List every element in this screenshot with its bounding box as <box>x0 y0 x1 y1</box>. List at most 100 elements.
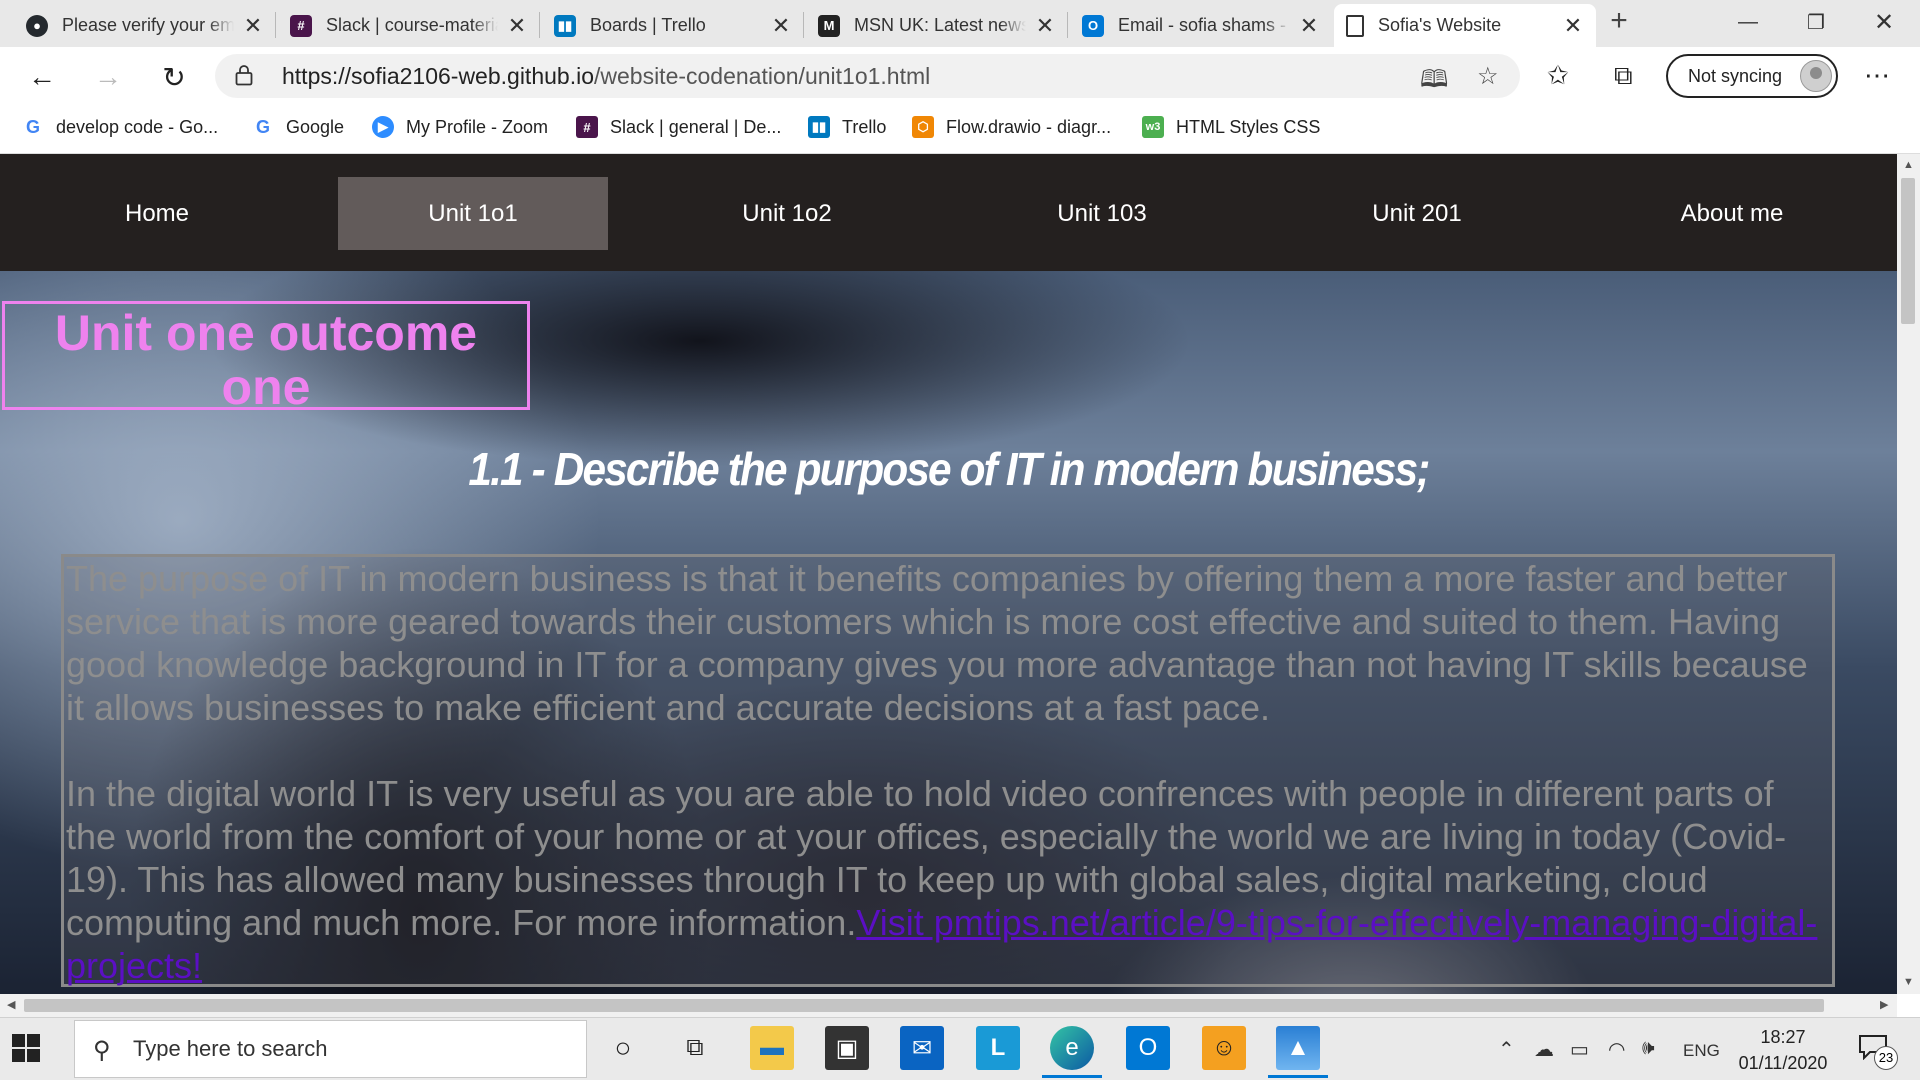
cortana-icon[interactable]: ○ <box>601 1026 645 1070</box>
scroll-up-icon[interactable]: ▲ <box>1903 159 1914 171</box>
favorite-drawio[interactable]: ⬡ Flow.drawio - diagr... <box>912 116 1111 138</box>
windows-start-icon[interactable] <box>12 1034 42 1064</box>
favorites-icon[interactable]: ✩ <box>1547 60 1569 91</box>
section-subtitle: 1.1 - Describe the purpose of IT in mode… <box>468 443 1430 495</box>
tab-msn[interactable]: M MSN UK: Latest news ✕ <box>806 4 1068 47</box>
close-icon[interactable]: ✕ <box>770 13 792 39</box>
file-explorer-icon[interactable]: ▬ <box>750 1026 794 1070</box>
app-l-icon[interactable]: L <box>976 1026 1020 1070</box>
wifi-icon[interactable]: ◠ <box>1608 1037 1625 1062</box>
favorite-star-icon[interactable]: ☆ <box>1477 62 1499 91</box>
restore-button[interactable]: ❐ <box>1782 0 1850 44</box>
tab-trello[interactable]: ▮▮ Boards | Trello ✕ <box>542 4 804 47</box>
tab-title: Boards | Trello <box>590 15 706 35</box>
url-path: /website-codenation/unit1o1.html <box>593 63 931 89</box>
volume-icon[interactable]: 🕪 <box>1642 1037 1655 1060</box>
close-icon[interactable]: ✕ <box>1562 13 1584 39</box>
new-tab-button[interactable]: + <box>1604 4 1634 38</box>
url-host: https://sofia2106-web.github.io <box>282 63 594 89</box>
favorite-develop-code[interactable]: G develop code - Go... <box>22 116 218 138</box>
favorite-google[interactable]: G Google <box>252 116 344 138</box>
taskbar-search-box[interactable]: ⚲ Type here to search <box>74 1020 587 1078</box>
read-aloud-icon[interactable]: 🕮 <box>1420 62 1448 103</box>
vertical-scrollbar[interactable]: ▲ ▼ <box>1897 154 1920 994</box>
content-box: The purpose of IT in modern business is … <box>61 554 1835 987</box>
forward-button[interactable]: → <box>88 57 128 97</box>
scroll-right-icon[interactable]: ▶ <box>1880 998 1888 1011</box>
notification-icon[interactable]: 23 <box>1858 1034 1898 1070</box>
search-icon: ⚲ <box>93 1037 111 1064</box>
profile-sync-button[interactable]: Not syncing <box>1666 54 1838 98</box>
mail-icon[interactable]: ✉ <box>900 1026 944 1070</box>
windows-taskbar: ⚲ Type here to search ○ ⧉ ▬ ▣ ✉ L e O ☺ … <box>0 1017 1920 1080</box>
tab-outlook[interactable]: O Email - sofia shams - Outlook ✕ <box>1070 4 1332 47</box>
tab-separator <box>275 12 276 38</box>
outlook-icon[interactable]: O <box>1126 1026 1170 1070</box>
address-bar[interactable]: https://sofia2106-web.github.io/website-… <box>215 54 1520 98</box>
close-icon[interactable]: ✕ <box>1034 13 1056 39</box>
close-icon[interactable]: ✕ <box>1298 13 1320 39</box>
tab-title: Email - sofia shams - Outlook <box>1118 15 1290 35</box>
tab-title: Sofia's Website <box>1378 15 1502 35</box>
nav-unit-1o2[interactable]: Unit 1o2 <box>652 177 922 250</box>
nav-home[interactable]: Home <box>22 177 292 250</box>
github-icon: ● <box>26 14 48 37</box>
favorite-zoom[interactable]: ▶ My Profile - Zoom <box>372 116 548 138</box>
input-language[interactable]: ENG <box>1683 1041 1720 1061</box>
horizontal-scrollbar[interactable]: ◀ ▶ <box>0 994 1897 1017</box>
chrome-dev-icon[interactable]: ☺ <box>1202 1026 1246 1070</box>
minimize-button[interactable]: — <box>1714 0 1782 44</box>
tab-sofias-website[interactable]: Sofia's Website ✕ <box>1334 4 1596 47</box>
close-icon[interactable]: ✕ <box>242 13 264 39</box>
url-text[interactable]: https://sofia2106-web.github.io/website-… <box>282 63 930 90</box>
page-icon <box>1346 14 1364 37</box>
scroll-left-icon[interactable]: ◀ <box>7 998 15 1011</box>
tab-github[interactable]: ● Please verify your email ✕ <box>14 4 276 47</box>
favorite-label: develop code - Go... <box>56 116 219 137</box>
back-button[interactable]: ← <box>22 57 62 97</box>
tab-separator <box>539 12 540 38</box>
scroll-down-icon[interactable]: ▼ <box>1903 976 1914 988</box>
store-icon[interactable]: ▣ <box>825 1026 869 1070</box>
sync-label: Not syncing <box>1688 65 1783 86</box>
favorite-slack[interactable]: # Slack | general | De... <box>576 116 781 138</box>
photos-icon[interactable]: ▲ <box>1268 1026 1328 1078</box>
clock-time: 18:27 <box>1760 1027 1806 1047</box>
nav-unit-103[interactable]: Unit 103 <box>967 177 1237 250</box>
tab-slack[interactable]: # Slack | course-materials ✕ <box>278 4 540 47</box>
zoom-icon: ▶ <box>372 116 394 138</box>
task-view-icon[interactable]: ⧉ <box>673 1026 717 1070</box>
tab-strip: ● Please verify your email ✕ # Slack | c… <box>0 0 1920 47</box>
nav-about-me[interactable]: About me <box>1597 177 1867 250</box>
more-menu-icon[interactable]: ⋯ <box>1864 60 1890 91</box>
site-nav: Home Unit 1o1 Unit 1o2 Unit 103 Unit 201… <box>0 154 1897 271</box>
system-clock[interactable]: 18:27 01/11/2020 <box>1728 1024 1838 1076</box>
clock-date: 01/11/2020 <box>1738 1053 1828 1073</box>
battery-icon[interactable]: ▭ <box>1570 1037 1589 1062</box>
close-icon[interactable]: ✕ <box>506 13 528 39</box>
slack-icon: # <box>576 116 598 138</box>
avatar <box>1800 60 1832 92</box>
tab-separator <box>1067 12 1068 38</box>
nav-unit-201[interactable]: Unit 201 <box>1282 177 1552 250</box>
collections-icon[interactable]: ⧉ <box>1614 60 1633 92</box>
favorites-bar: G develop code - Go... G Google ▶ My Pro… <box>0 106 1920 154</box>
chevron-up-icon[interactable]: ⌃ <box>1498 1037 1515 1062</box>
favorite-label: Trello <box>842 116 887 137</box>
favorite-trello[interactable]: ▮▮ Trello <box>808 116 886 138</box>
nav-unit-1o1[interactable]: Unit 1o1 <box>338 177 608 250</box>
lock-icon[interactable] <box>235 64 253 86</box>
scroll-thumb[interactable] <box>1901 178 1915 324</box>
edge-icon[interactable]: e <box>1042 1026 1102 1078</box>
outlook-icon: O <box>1082 14 1104 37</box>
close-window-button[interactable]: ✕ <box>1850 0 1918 44</box>
onedrive-icon[interactable]: ☁ <box>1534 1037 1554 1062</box>
paragraph-2: In the digital world IT is very useful a… <box>66 772 1832 987</box>
favorite-w3schools[interactable]: w3 HTML Styles CSS <box>1142 116 1320 138</box>
scroll-thumb[interactable] <box>24 999 1824 1012</box>
tab-title: MSN UK: Latest news <box>854 15 1026 35</box>
favorite-label: HTML Styles CSS <box>1176 116 1321 137</box>
google-icon: G <box>22 116 44 138</box>
trello-icon: ▮▮ <box>554 14 576 37</box>
refresh-button[interactable]: ↻ <box>154 57 194 97</box>
